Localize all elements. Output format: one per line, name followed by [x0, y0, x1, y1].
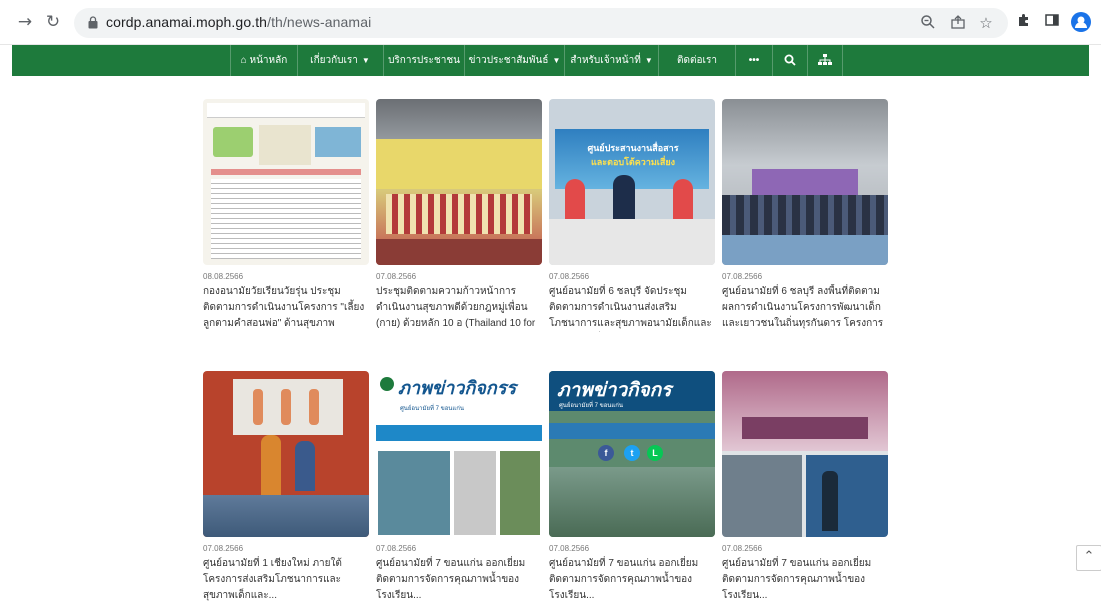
news-thumbnail[interactable]: ภาพข่าวกิจกรร ศูนย์อนามัยที่ 7 ขอนแก่น — [376, 371, 542, 537]
news-card[interactable]: 08.08.2566 กองอนามัยวัยเรียนวัยรุ่น ประช… — [203, 99, 369, 332]
reload-icon[interactable]: ↻ — [42, 11, 64, 33]
news-thumbnail[interactable] — [722, 371, 888, 537]
news-title[interactable]: ประชุมติดตามความก้าวหน้าการดำเนินงานสุขภ… — [376, 284, 542, 332]
scroll-to-top-button[interactable]: ⌃ — [1076, 545, 1101, 571]
thumbnail-text: ศูนย์อนามัยที่ 7 ขอนแก่น — [400, 406, 465, 412]
news-date: 07.08.2566 — [376, 272, 417, 281]
thumbnail-text: ศูนย์ประสานงานสื่อสาร — [587, 143, 679, 153]
news-date: 08.08.2566 — [203, 272, 244, 281]
bookmark-star-icon[interactable]: ☆ — [977, 14, 995, 32]
sitemap-icon — [818, 54, 832, 66]
news-date: 07.08.2566 — [722, 544, 763, 553]
news-date: 07.08.2566 — [549, 544, 590, 553]
nav-more[interactable]: ••• — [736, 45, 773, 76]
news-card[interactable]: 07.08.2566 ศูนย์อนามัยที่ 7 ขอนแก่น ออกเ… — [722, 371, 888, 604]
thumbnail-text: และตอบโต้ความเสี่ยง — [590, 157, 676, 167]
thumbnail-text: ภาพข่าวกิจกรร — [398, 378, 517, 398]
news-card[interactable]: 07.08.2566 ประชุมติดตามความก้าวหน้าการดำ… — [376, 99, 542, 332]
news-title[interactable]: ศูนย์อนามัยที่ 1 เชียงใหม่ ภายใต้โครงการ… — [203, 556, 369, 604]
nav-staff[interactable]: สำหรับเจ้าหน้าที่ ▼ — [565, 45, 659, 76]
news-title[interactable]: ศูนย์อนามัยที่ 7 ขอนแก่น ออกเยี่ยมติดตาม… — [722, 556, 888, 604]
news-card[interactable]: ภาพข่าวกิจกรร ศูนย์อนามัยที่ 7 ขอนแก่น 0… — [376, 371, 542, 604]
news-title[interactable]: กองอนามัยวัยเรียนวัยรุ่น ประชุมติดตามการ… — [203, 284, 369, 332]
nav-search[interactable] — [773, 45, 808, 76]
news-card[interactable]: 07.08.2566 ศูนย์อนามัยที่ 6 ชลบุรี ลงพื้… — [722, 99, 888, 332]
nav-sitemap[interactable] — [808, 45, 843, 76]
url-text[interactable]: cordp.anamai.moph.go.th/th/news-anamai — [106, 14, 371, 30]
share-icon[interactable] — [949, 14, 967, 32]
news-date: 07.08.2566 — [549, 272, 590, 281]
nav-about[interactable]: เกี่ยวกับเรา ▼ — [297, 45, 384, 76]
news-card[interactable]: 07.08.2566 ศูนย์อนามัยที่ 1 เชียงใหม่ ภา… — [203, 371, 369, 604]
line-share-icon[interactable]: L — [647, 445, 663, 461]
news-card[interactable]: ภาพข่าวกิจกร ศูนย์อนามัยที่ 7 ขอนแก่น f … — [549, 371, 715, 604]
news-date: 07.08.2566 — [203, 544, 244, 553]
thumbnail-text: ศูนย์อนามัยที่ 7 ขอนแก่น — [559, 403, 624, 409]
chevron-up-icon: ⌃ — [1083, 549, 1095, 564]
facebook-share-icon[interactable]: f — [598, 445, 614, 461]
extensions-icon[interactable] — [1014, 12, 1034, 32]
nav-news[interactable]: ข่าวประชาสัมพันธ์ ▼ — [465, 45, 565, 76]
news-title[interactable]: ศูนย์อนามัยที่ 6 ชลบุรี ลงพื้นที่ติดตามผ… — [722, 284, 888, 332]
news-thumbnail[interactable] — [376, 99, 542, 265]
twitter-share-icon[interactable]: t — [624, 445, 640, 461]
home-icon: ⌂ — [240, 55, 247, 66]
back-arrow-icon[interactable]: → — [14, 11, 36, 33]
news-thumbnail[interactable]: ศูนย์ประสานงานสื่อสาร และตอบโต้ความเสี่ย… — [549, 99, 715, 265]
chevron-down-icon: ▼ — [552, 56, 561, 65]
address-bar[interactable]: cordp.anamai.moph.go.th/th/news-anamai ☆ — [74, 8, 1008, 38]
profile-icon[interactable] — [1071, 12, 1091, 32]
news-title[interactable]: ศูนย์อนามัยที่ 7 ขอนแก่น ออกเยี่ยมติดตาม… — [549, 556, 715, 604]
news-date: 07.08.2566 — [376, 544, 417, 553]
lock-icon[interactable] — [88, 16, 98, 29]
news-thumbnail[interactable] — [203, 371, 369, 537]
news-thumbnail[interactable] — [722, 99, 888, 265]
chevron-down-icon: ▼ — [644, 56, 653, 65]
news-card[interactable]: ศูนย์ประสานงานสื่อสาร และตอบโต้ความเสี่ย… — [549, 99, 715, 332]
nav-home[interactable]: ⌂ หน้าหลัก — [230, 45, 298, 76]
nav-contact[interactable]: ติดต่อเรา — [659, 45, 736, 76]
sidepanel-icon[interactable] — [1042, 12, 1062, 32]
news-title[interactable]: ศูนย์อนามัยที่ 7 ขอนแก่น ออกเยี่ยมติดตาม… — [376, 556, 542, 604]
nav-services[interactable]: บริการประชาชน — [384, 45, 465, 76]
news-thumbnail[interactable]: ภาพข่าวกิจกร ศูนย์อนามัยที่ 7 ขอนแก่น f … — [549, 371, 715, 537]
search-icon — [784, 54, 796, 66]
site-navbar: ⌂ หน้าหลัก เกี่ยวกับเรา ▼ บริการประชาชน ข… — [12, 45, 1089, 76]
news-thumbnail[interactable] — [203, 99, 369, 265]
zoom-icon[interactable] — [919, 14, 937, 32]
news-title[interactable]: ศูนย์อนามัยที่ 6 ชลบุรี จัดประชุมติดตามก… — [549, 284, 715, 332]
chevron-down-icon: ▼ — [361, 56, 370, 65]
browser-toolbar: → ↻ cordp.anamai.moph.go.th/th/news-anam… — [0, 0, 1101, 45]
news-date: 07.08.2566 — [722, 272, 763, 281]
